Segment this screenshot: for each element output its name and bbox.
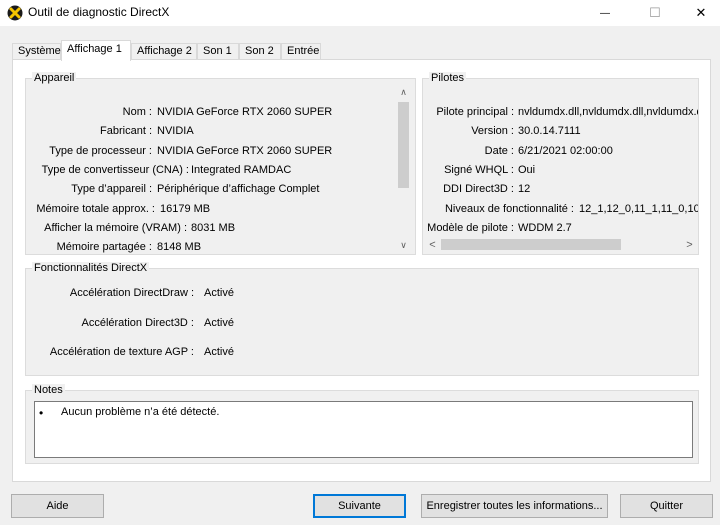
tab-son-2[interactable]: Son 2 [239, 43, 281, 60]
feature-value: Activé [204, 287, 234, 299]
device-label: Afficher la mémoire (VRAM) : [44, 222, 187, 234]
feature-label: Accélération de texture AGP : [49, 346, 194, 358]
device-vertical-scrollbar[interactable]: ∧ ∨ [395, 84, 412, 254]
directx-icon [7, 5, 23, 21]
drivers-horizontal-scrollbar[interactable]: < > [424, 236, 698, 253]
window-title: Outil de diagnostic DirectX [28, 5, 170, 19]
scroll-left-arrow-icon[interactable]: < [424, 236, 441, 253]
drivers-group-title: Pilotes [429, 72, 467, 84]
device-value: 16179 MB [160, 203, 211, 215]
drivers-value: WDDM 2.7 [518, 222, 572, 234]
drivers-value: Oui [518, 164, 536, 176]
drivers-value: 12_1,12_0,11_1,11_0,10_1 [579, 203, 698, 215]
drivers-label: Pilote principal : [436, 106, 514, 118]
device-label: Nom : [122, 106, 152, 118]
feature-value: Activé [204, 346, 234, 358]
feature-label: Accélération Direct3D : [81, 317, 195, 329]
device-label: Fabricant : [100, 125, 152, 137]
scroll-down-arrow-icon[interactable]: ∨ [395, 237, 412, 254]
close-button[interactable]: ✕ [678, 0, 720, 26]
scroll-thumb[interactable] [441, 239, 621, 250]
device-group-title: Appareil [32, 72, 77, 84]
notes-textbox[interactable]: • Aucun problème n’a été détecté. [34, 401, 693, 458]
device-label: Type de convertisseur (CNA) : [41, 164, 189, 176]
device-label: Mémoire partagée : [56, 241, 152, 253]
drivers-label: Version : [471, 125, 514, 137]
drivers-label: DDI Direct3D : [443, 183, 514, 195]
scroll-up-arrow-icon[interactable]: ∧ [395, 84, 412, 101]
drivers-value: 30.0.14.7111 [518, 125, 581, 137]
device-list[interactable]: Nom : NVIDIA GeForce RTX 2060 SUPER Fabr… [27, 87, 395, 253]
notes-text: Aucun problème n’a été détecté. [61, 406, 220, 418]
tab-systeme[interactable]: Système [12, 43, 61, 60]
help-button[interactable]: Aide [11, 494, 104, 518]
drivers-value: 6/21/2021 02:00:00 [518, 145, 613, 157]
scroll-thumb[interactable] [398, 102, 409, 188]
drivers-list[interactable]: Pilote principal : nvldumdx.dll,nvldumdx… [424, 87, 698, 236]
tab-entree[interactable]: Entrée [281, 43, 321, 60]
notes-group-title: Notes [32, 384, 65, 396]
directx-features-group: Fonctionnalités DirectX Accélération Dir… [25, 262, 699, 376]
device-label: Type d’appareil : [71, 183, 152, 195]
exit-button[interactable]: Quitter [620, 494, 713, 518]
device-group: Appareil Nom : NVIDIA GeForce RTX 2060 S… [25, 72, 416, 255]
tab-affichage-2[interactable]: Affichage 2 [131, 43, 197, 60]
drivers-label: Signé WHQL : [444, 164, 514, 176]
feature-value: Activé [204, 317, 234, 329]
title-bar: Outil de diagnostic DirectX — ☐ ✕ [0, 0, 720, 26]
feature-label: Accélération DirectDraw : [69, 287, 194, 299]
close-icon: ✕ [695, 5, 707, 20]
device-value: 8031 MB [191, 222, 236, 234]
tab-son-1[interactable]: Son 1 [197, 43, 239, 60]
drivers-value: nvldumdx.dll,nvldumdx.dll,nvldumdx.dll [518, 106, 698, 118]
device-value: NVIDIA GeForce RTX 2060 SUPER [157, 145, 333, 157]
drivers-group: Pilotes Pilote principal : nvldumdx.dll,… [422, 72, 699, 255]
notes-bullet: • [39, 406, 44, 420]
drivers-label: Date : [484, 145, 514, 157]
device-value: NVIDIA [157, 125, 194, 137]
device-label: Type de processeur : [49, 145, 152, 157]
minimize-icon: — [600, 7, 610, 19]
maximize-icon: ☐ [649, 5, 661, 20]
next-button[interactable]: Suivante [313, 494, 406, 518]
drivers-label: Niveaux de fonctionnalité : [444, 203, 574, 215]
device-value: 8148 MB [157, 241, 202, 253]
device-value: NVIDIA GeForce RTX 2060 SUPER [157, 106, 333, 118]
device-value: Integrated RAMDAC [191, 164, 292, 176]
drivers-label: Modèle de pilote : [427, 222, 514, 234]
device-label: Mémoire totale approx. : [36, 203, 155, 215]
tab-affichage-1[interactable]: Affichage 1 [61, 40, 131, 61]
features-group-title: Fonctionnalités DirectX [32, 262, 150, 274]
maximize-button[interactable]: ☐ [632, 0, 678, 26]
scroll-right-arrow-icon[interactable]: > [681, 236, 698, 253]
save-all-button[interactable]: Enregistrer toutes les informations... [421, 494, 608, 518]
drivers-value: 12 [518, 183, 531, 195]
device-value: Périphérique d’affichage Complet [157, 183, 320, 195]
minimize-button[interactable]: — [582, 0, 628, 26]
